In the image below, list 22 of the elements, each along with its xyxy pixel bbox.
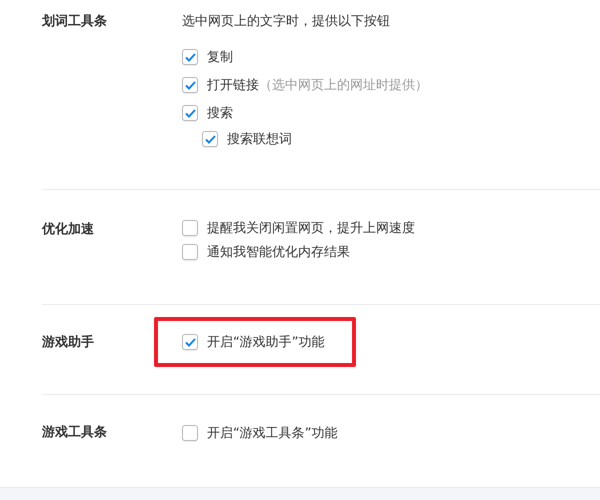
checkbox[interactable] — [182, 105, 198, 121]
option-note: （选中网页上的网址时提供） — [259, 77, 428, 94]
checkbox[interactable] — [182, 77, 198, 93]
checkbox[interactable] — [202, 131, 218, 147]
checkbox[interactable] — [182, 220, 198, 236]
option-label: 打开链接 — [207, 77, 259, 94]
option-label: 搜索联想词 — [227, 131, 292, 148]
option-label: 复制 — [207, 49, 233, 66]
section-description: 选中网页上的文字时，提供以下按钮 — [182, 13, 391, 31]
checkbox[interactable] — [182, 244, 198, 260]
option-label: 搜索 — [207, 105, 233, 122]
section-title: 游戏工具条 — [42, 424, 108, 442]
checkbox[interactable] — [182, 425, 198, 441]
checkbox[interactable] — [182, 49, 198, 65]
section-title: 划词工具条 — [42, 13, 108, 31]
option-label: 通知我智能优化内存结果 — [207, 244, 350, 261]
section-title: 游戏助手 — [42, 334, 95, 352]
option-label: 提醒我关闭闲置网页，提升上网速度 — [207, 220, 415, 237]
checkbox[interactable] — [182, 334, 198, 350]
section-title: 优化加速 — [42, 221, 95, 239]
option-label: 开启“游戏工具条”功能 — [207, 425, 338, 442]
option-label: 开启“游戏助手”功能 — [207, 334, 324, 351]
